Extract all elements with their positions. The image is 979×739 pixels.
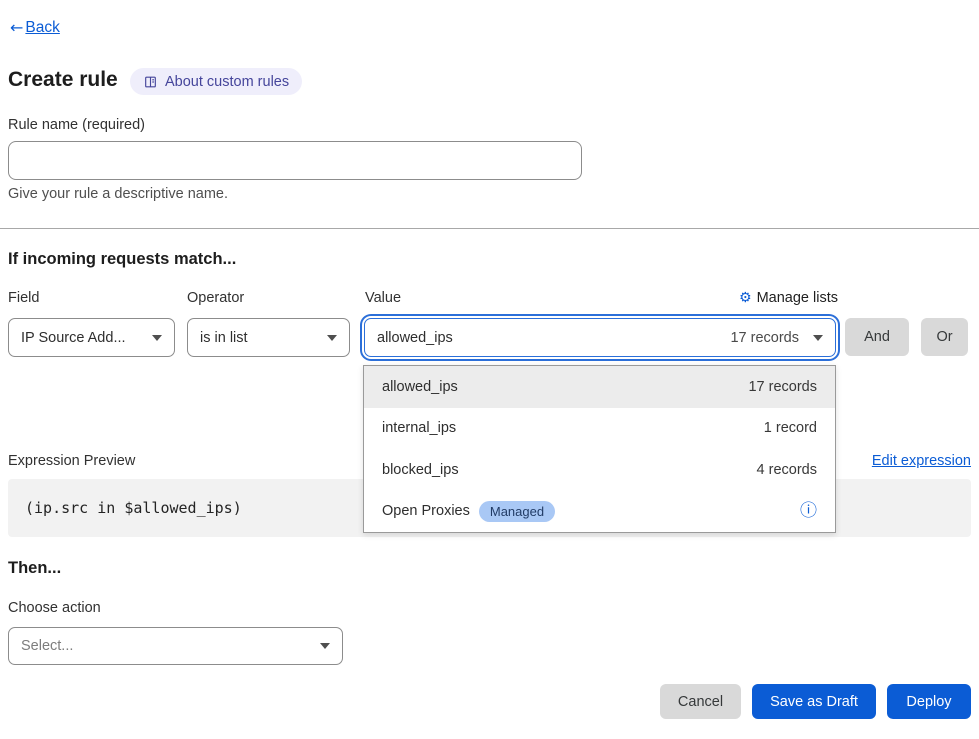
chevron-down-icon <box>320 643 330 649</box>
then-section-heading: Then... <box>8 559 61 578</box>
expression-preview-label: Expression Preview <box>8 453 135 469</box>
manage-lists-link[interactable]: ⚙ Manage lists <box>739 290 838 306</box>
gear-icon: ⚙ <box>739 290 752 306</box>
chevron-down-icon <box>813 335 823 341</box>
book-icon <box>143 75 158 89</box>
operator-select-value: is in list <box>200 330 248 346</box>
value-label: Value <box>365 290 401 306</box>
list-record-count: 17 records <box>748 379 817 395</box>
choose-action-label: Choose action <box>8 600 101 616</box>
operator-select[interactable]: is in list <box>187 318 350 357</box>
rule-name-label: Rule name (required) <box>8 117 145 133</box>
deploy-button[interactable]: Deploy <box>887 684 971 719</box>
back-label: Back <box>25 19 59 37</box>
match-section-heading: If incoming requests match... <box>8 250 236 269</box>
value-select-record-count: 17 records <box>730 330 813 346</box>
action-select[interactable]: Select... <box>8 627 343 665</box>
info-icon[interactable]: ⓘ <box>800 503 817 520</box>
field-label: Field <box>8 290 39 306</box>
expression-code: (ip.src in $allowed_ips) <box>25 499 242 517</box>
list-record-count: 1 record <box>764 420 817 436</box>
value-select[interactable]: allowed_ips 17 records <box>364 318 836 357</box>
dropdown-item-internal-ips[interactable]: internal_ips 1 record <box>364 408 835 450</box>
back-arrow-icon: ← <box>10 18 23 37</box>
rule-name-helper-text: Give your rule a descriptive name. <box>8 186 228 202</box>
about-custom-rules-link[interactable]: About custom rules <box>130 68 302 95</box>
list-name: internal_ips <box>382 420 456 436</box>
field-select-value: IP Source Add... <box>21 330 126 346</box>
about-custom-rules-label: About custom rules <box>165 74 289 90</box>
rule-name-input[interactable] <box>8 141 582 180</box>
save-as-draft-button[interactable]: Save as Draft <box>752 684 876 719</box>
manage-lists-label: Manage lists <box>757 290 838 306</box>
list-name: allowed_ips <box>382 379 458 395</box>
operator-label: Operator <box>187 290 244 306</box>
value-dropdown-menu: allowed_ips 17 records internal_ips 1 re… <box>363 365 836 533</box>
field-select[interactable]: IP Source Add... <box>8 318 175 357</box>
dropdown-item-open-proxies[interactable]: Open Proxies Managed ⓘ <box>364 491 835 533</box>
action-select-placeholder: Select... <box>21 638 73 654</box>
page-title: Create rule <box>8 68 118 92</box>
list-record-count: 4 records <box>757 462 817 478</box>
value-select-value: allowed_ips <box>377 330 453 346</box>
edit-expression-link[interactable]: Edit expression <box>872 453 971 469</box>
dropdown-item-blocked-ips[interactable]: blocked_ips 4 records <box>364 449 835 491</box>
back-link[interactable]: ← Back <box>10 18 60 37</box>
or-button[interactable]: Or <box>921 318 968 356</box>
section-divider <box>0 228 979 229</box>
chevron-down-icon <box>327 335 337 341</box>
managed-badge: Managed <box>479 501 555 522</box>
cancel-button[interactable]: Cancel <box>660 684 741 719</box>
and-button[interactable]: And <box>845 318 909 356</box>
dropdown-item-allowed-ips[interactable]: allowed_ips 17 records <box>364 366 835 408</box>
list-name: blocked_ips <box>382 462 459 478</box>
chevron-down-icon <box>152 335 162 341</box>
list-name: Open Proxies <box>382 503 470 519</box>
